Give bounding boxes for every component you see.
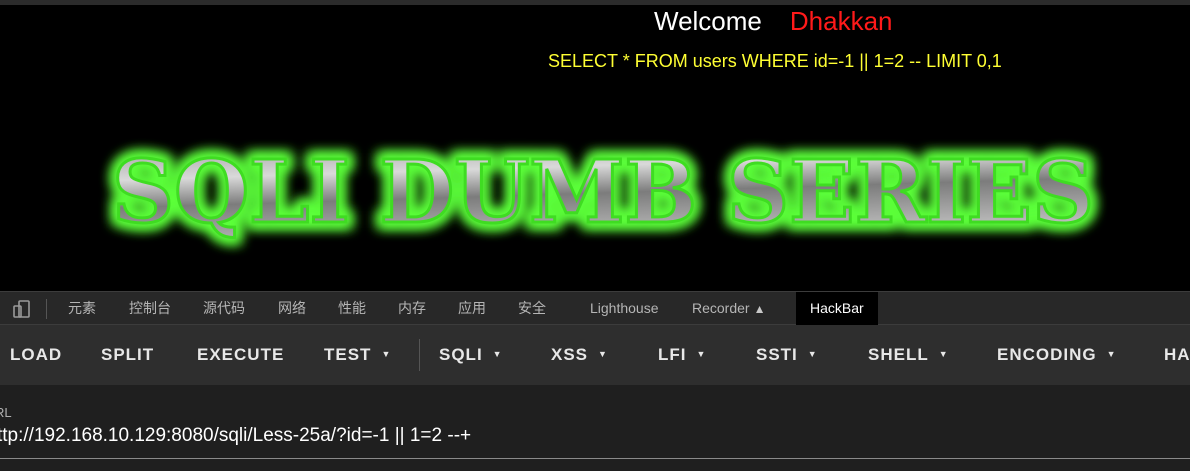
sql-query-text: SELECT * FROM users WHERE id=-1 || 1=2 -… [548,51,1002,71]
ssti-label: SSTI [756,345,798,364]
welcome-line: Welcome Dhakkan [654,6,893,37]
split-button[interactable]: SPLIT [101,325,154,385]
toolbar-separator [46,299,47,319]
sqli-label: SQLI [439,345,483,364]
lfi-label: LFI [658,345,687,364]
xss-dropdown-button[interactable]: XSS ▼ [551,325,608,385]
encoding-label: ENCODING [997,345,1097,364]
tab-memory[interactable]: 内存 [398,292,426,325]
encoding-dropdown-button[interactable]: ENCODING ▼ [997,325,1117,385]
lfi-dropdown-button[interactable]: LFI ▼ [658,325,706,385]
shell-label: SHELL [868,345,929,364]
tab-elements[interactable]: 元素 [68,292,96,325]
chevron-down-icon: ▼ [696,348,707,359]
xss-label: XSS [551,345,589,364]
tab-sources[interactable]: 源代码 [203,292,245,325]
sqli-dumb-series-banner: SQLI DUMB SERIES SQLI DUMB SERIES [106,136,1100,249]
chevron-down-icon: ▼ [1106,348,1117,359]
shell-dropdown-button[interactable]: SHELL ▼ [868,325,949,385]
chevron-down-icon: ▼ [807,348,818,359]
tab-network[interactable]: 网络 [278,292,306,325]
url-label: RL [0,405,12,420]
tab-console[interactable]: 控制台 [129,292,171,325]
test-label: TEST [324,345,372,364]
device-toolbar-icon[interactable] [12,299,32,319]
tab-performance[interactable]: 性能 [338,292,366,325]
devtools-tab-bar: 元素 控制台 源代码 网络 性能 内存 应用 安全 Lighthouse Rec… [0,291,1190,325]
ssti-dropdown-button[interactable]: SSTI ▼ [756,325,818,385]
page-viewport: Welcome Dhakkan SELECT * FROM users WHERE… [0,0,1190,291]
tab-recorder[interactable]: Recorder ▲ [692,292,765,325]
tab-lighthouse[interactable]: Lighthouse [590,292,659,325]
banner-text: SQLI DUMB SERIES [112,142,1094,243]
user-name: Dhakkan [789,6,893,36]
top-border-strip [0,0,1190,5]
hashing-dropdown-button[interactable]: HA [1164,325,1190,385]
chevron-down-icon: ▼ [381,348,392,359]
url-section: RL ttp://192.168.10.129:8080/sqli/Less-2… [0,385,1190,471]
toolbar-divider [419,339,420,371]
tab-security[interactable]: 安全 [518,292,546,325]
devtools-panel: 元素 控制台 源代码 网络 性能 内存 应用 安全 Lighthouse Rec… [0,291,1190,471]
hackbar-toolbar: LOAD SPLIT EXECUTE TEST ▼ SQLI ▼ XSS ▼ LFI ▼… [0,325,1190,385]
tab-recorder-label: Recorder [692,300,750,316]
flask-icon: ▲ [753,302,766,316]
url-input-underline [0,458,1190,459]
chevron-down-icon: ▼ [938,348,949,359]
tab-hackbar[interactable]: HackBar [796,292,878,325]
execute-button[interactable]: EXECUTE [197,325,284,385]
welcome-text: Welcome [654,6,762,36]
url-input[interactable]: ttp://192.168.10.129:8080/sqli/Less-25a/… [0,425,471,447]
tab-application[interactable]: 应用 [458,292,486,325]
sqli-dropdown-button[interactable]: SQLI ▼ [439,325,503,385]
test-dropdown-button[interactable]: TEST ▼ [324,325,391,385]
chevron-down-icon: ▼ [492,348,503,359]
load-button[interactable]: LOAD [10,325,62,385]
chevron-down-icon: ▼ [598,348,608,359]
